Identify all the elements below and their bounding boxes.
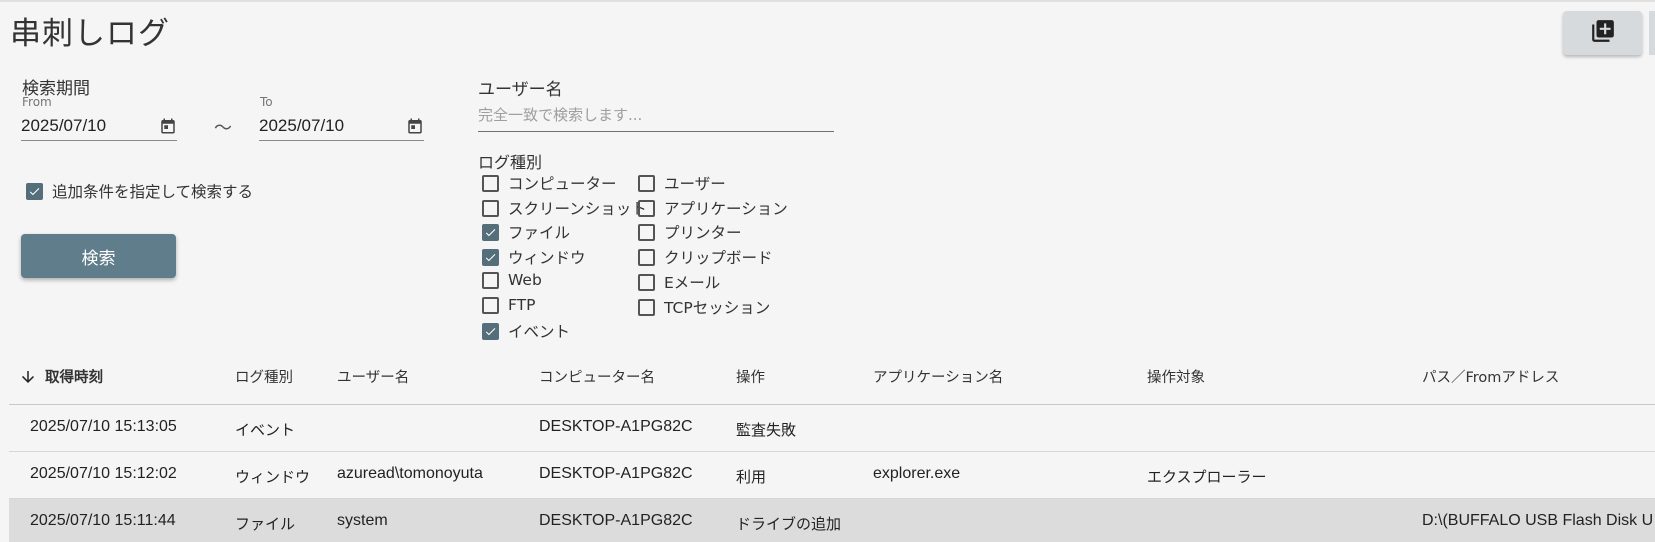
logtype-option-label: プリンター	[664, 224, 742, 242]
logtype-option-label: アプリケーション	[664, 200, 788, 218]
toolbar-edge	[1649, 11, 1655, 55]
to-label: To	[260, 95, 273, 109]
table-row-selected[interactable]: 2025/07/10 15:11:44 ファイル system DESKTOP-…	[9, 499, 1655, 542]
username-label: ユーザー名	[478, 80, 563, 100]
cell-operation: 利用	[736, 468, 767, 486]
column-header-path[interactable]: パス／Fromアドレス	[1422, 366, 1559, 387]
logtype-option-label: コンピューター	[508, 175, 617, 193]
from-date-field[interactable]: 2025/07/10	[21, 111, 177, 141]
additional-conditions-label: 追加条件を指定して検索する	[52, 183, 254, 201]
logtype-option-label: クリップボード	[664, 249, 773, 267]
cell-computer: DESKTOP-A1PG82C	[539, 465, 693, 482]
logtype-option-label: Web	[508, 271, 542, 289]
checkbox-unchecked	[638, 298, 655, 316]
cell-target: エクスプローラー	[1147, 468, 1267, 486]
from-date-value: 2025/07/10	[21, 115, 107, 135]
from-label: From	[22, 95, 52, 109]
calendar-icon[interactable]	[159, 117, 177, 135]
logtype-option-label: ファイル	[508, 224, 571, 242]
logtype-application-checkbox[interactable]: アプリケーション	[638, 197, 788, 219]
logtype-label: ログ種別	[478, 153, 543, 172]
column-header-operation[interactable]: 操作	[736, 366, 765, 387]
checkbox-checked	[26, 182, 43, 200]
range-tilde: 〜	[214, 118, 232, 139]
additional-conditions-checkbox[interactable]: 追加条件を指定して検索する	[26, 180, 253, 202]
logtype-clipboard-checkbox[interactable]: クリップボード	[638, 246, 773, 268]
checkbox-unchecked	[638, 174, 655, 192]
checkbox-checked	[482, 223, 499, 241]
cell-timestamp: 2025/07/10 15:12:02	[30, 465, 177, 482]
table-row[interactable]: 2025/07/10 15:12:02 ウィンドウ azuread\tomono…	[9, 452, 1655, 499]
page-title: 串刺しログ	[10, 16, 170, 52]
column-header-timestamp[interactable]: 取得時刻	[19, 366, 103, 387]
top-divider	[0, 0, 1655, 2]
search-button[interactable]: 検索	[21, 234, 176, 278]
cell-path: D:\(BUFFALO USB Flash Disk U	[1422, 512, 1654, 529]
logtype-option-label: ユーザー	[664, 175, 726, 193]
checkbox-unchecked	[638, 273, 655, 291]
logtype-event-checkbox[interactable]: イベント	[482, 320, 570, 342]
logtype-user-checkbox[interactable]: ユーザー	[638, 172, 726, 194]
logtype-window-checkbox[interactable]: ウィンドウ	[482, 246, 586, 268]
column-header-label: 取得時刻	[45, 370, 103, 386]
add-library-button[interactable]	[1563, 11, 1642, 55]
arrow-down-icon	[19, 368, 37, 386]
logtype-tcp-session-checkbox[interactable]: TCPセッション	[638, 296, 770, 318]
logtype-option-label: ウィンドウ	[508, 249, 586, 267]
cell-username: azuread\tomonoyuta	[337, 465, 483, 482]
logtype-option-label: イベント	[508, 323, 571, 341]
cell-computer: DESKTOP-A1PG82C	[539, 418, 693, 435]
checkbox-unchecked	[482, 199, 499, 217]
cell-operation: 監査失敗	[736, 421, 797, 439]
checkbox-unchecked	[482, 271, 499, 289]
checkbox-unchecked	[638, 199, 655, 217]
logtype-computer-checkbox[interactable]: コンピューター	[482, 172, 617, 194]
checkbox-unchecked	[482, 174, 499, 192]
table-row[interactable]: 2025/07/10 15:13:05 イベント DESKTOP-A1PG82C…	[9, 405, 1655, 452]
table-header: 取得時刻 ログ種別 ユーザー名 コンピューター名 操作 アプリケーション名 操作…	[9, 353, 1655, 405]
column-header-logtype[interactable]: ログ種別	[235, 366, 293, 387]
logtype-option-label: FTP	[508, 296, 536, 314]
cell-logtype: ファイル	[235, 515, 296, 533]
to-date-field[interactable]: 2025/07/10	[259, 111, 424, 141]
cell-logtype: イベント	[235, 421, 296, 439]
column-header-target[interactable]: 操作対象	[1147, 366, 1205, 387]
logtype-printer-checkbox[interactable]: プリンター	[638, 221, 742, 243]
log-table: 取得時刻 ログ種別 ユーザー名 コンピューター名 操作 アプリケーション名 操作…	[9, 353, 1655, 542]
checkbox-unchecked	[482, 296, 499, 314]
cell-computer: DESKTOP-A1PG82C	[539, 512, 693, 529]
column-header-computer[interactable]: コンピューター名	[539, 366, 655, 387]
logtype-ftp-checkbox[interactable]: FTP	[482, 296, 535, 314]
cell-timestamp: 2025/07/10 15:11:44	[30, 512, 176, 529]
checkbox-unchecked	[638, 223, 655, 241]
cell-timestamp: 2025/07/10 15:13:05	[30, 418, 177, 435]
calendar-icon[interactable]	[406, 117, 424, 135]
to-date-value: 2025/07/10	[259, 115, 345, 135]
checkbox-checked	[482, 248, 499, 266]
logtype-screenshot-checkbox[interactable]: スクリーンショット	[482, 197, 647, 219]
library-add-icon	[1590, 18, 1616, 48]
logtype-option-label: TCPセッション	[664, 299, 771, 317]
username-input[interactable]	[478, 99, 834, 132]
cell-operation: ドライブの追加	[736, 515, 842, 533]
checkbox-checked	[482, 322, 499, 340]
column-header-application[interactable]: アプリケーション名	[873, 366, 1003, 387]
logtype-option-label: スクリーンショット	[508, 200, 647, 218]
logtype-option-label: Eメール	[664, 274, 721, 292]
checkbox-unchecked	[638, 248, 655, 266]
logtype-file-checkbox[interactable]: ファイル	[482, 221, 570, 243]
cell-application: explorer.exe	[873, 465, 961, 482]
column-header-username[interactable]: ユーザー名	[337, 366, 409, 387]
logtype-web-checkbox[interactable]: Web	[482, 271, 542, 289]
cell-logtype: ウィンドウ	[235, 468, 311, 486]
cell-username: system	[337, 512, 388, 529]
logtype-email-checkbox[interactable]: Eメール	[638, 271, 720, 293]
